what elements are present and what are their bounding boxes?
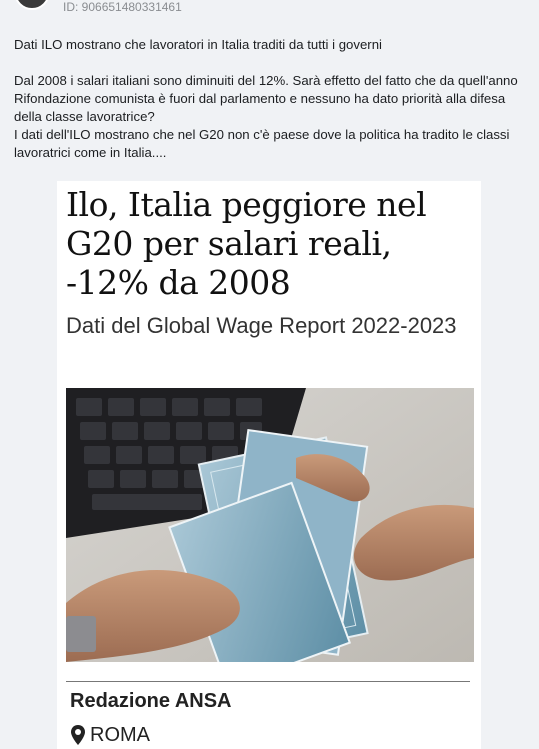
divider (66, 681, 470, 682)
euro-banknotes-photo (66, 388, 474, 662)
post-text-line: Dal 2008 i salari italiani sono diminuit… (14, 73, 518, 124)
facebook-post: ID: 906651480331461 Dati ILO mostrano ch… (0, 0, 539, 749)
post-text: Dati ILO mostrano che lavoratori in Ital… (14, 36, 524, 162)
article-byline: Redazione ANSA (70, 690, 232, 712)
article-location: ROMA (70, 723, 150, 747)
article-headline: Ilo, Italia peggiore nel G20 per salari … (66, 185, 427, 302)
post-text-line: I dati dell'ILO mostrano che nel G20 non… (14, 127, 510, 160)
shared-article-image[interactable]: Ilo, Italia peggiore nel G20 per salari … (57, 181, 481, 749)
location-label: ROMA (90, 724, 150, 746)
article-subtitle: Dati del Global Wage Report 2022-2023 (66, 313, 457, 338)
map-pin-icon (71, 725, 85, 745)
post-id: ID: 906651480331461 (63, 0, 182, 14)
avatar[interactable] (14, 0, 50, 10)
photo-illustration (66, 388, 474, 662)
post-text-line: Dati ILO mostrano che lavoratori in Ital… (14, 37, 382, 52)
